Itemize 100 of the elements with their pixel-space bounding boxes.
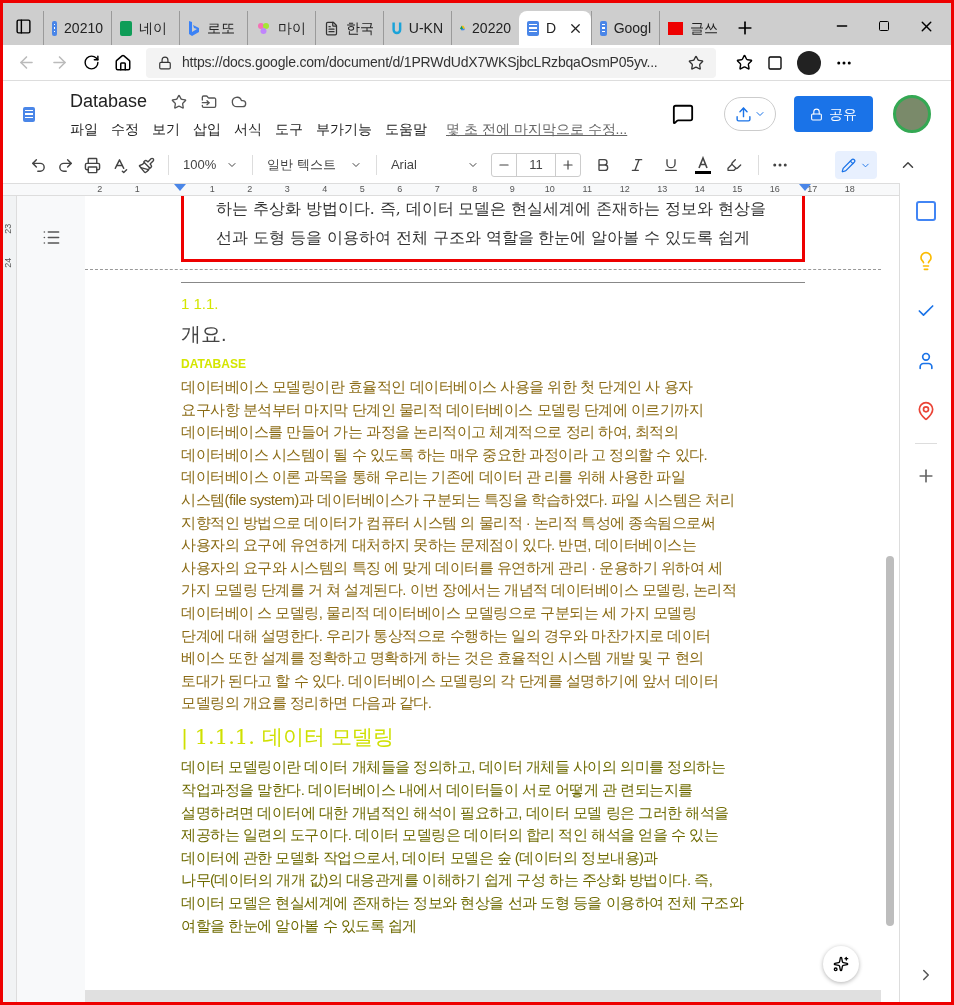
text-color-icon[interactable] [693,156,712,174]
tab-title: 한국 [346,18,374,38]
ruler-number: 14 [694,182,705,196]
last-edit-link[interactable]: 몇 초 전에 마지막으로 수정... [446,119,628,140]
ruler-number: 2 [97,182,103,196]
ruler-number: 13 [657,182,668,196]
menu-item[interactable]: 도움말 [385,119,427,140]
browser-tab[interactable]: 로또 [179,11,247,45]
ruler-number: 11 [582,182,592,196]
menu-item[interactable]: 보기 [152,119,180,140]
share-button[interactable]: 공유 [794,96,873,132]
body-paragraph: 데이터베이스 모델링이란 효율적인 데이터베이스 사용을 위한 첫 단계인 사 용자 요구사항 분석부터 마지막 단계인 물리적 데이터베이스 모델링 단계에 이르기까지 데이터베이스를 만들어 가는 과정을 논리적이고 체계적으로 정리 하여, 최적의 데이터베이스 시스템이 될 수 있도록 하는 매우 중요한 과정이라 고 정의할 수 있다. 데이터베이스 이론 과목을 통해 우리는 기존에 데이터 관 리를 위해 사용한 파일 시스템(file system)과 데이터베이스가 구분되는 특징을 학습하였다. 파일 시스템은 처리 지향적인 방법으로 데이터가 컴퓨터 시스템 의 물리적 · 논리적 특성에 종속됨으로써 사용자의 요구에 유연하게 대처하지 못하는 문제점이 있다. 반면, 데이터베이스는 사용자의 요구와 시스템의 특징 에 맞게 데이터를 유연하게 관리 · 운용하기 위하여 세 가지 모델링 단계를 거 쳐 설계된다. 이번 장에서는 개념적 데이터베이스 모델링, 논리적 데이터베이 스 모델링, 물리적 데이터베이스 모델링으로 구분되는 세 가지 모델링 단계에 대해 설명한다. 우리가 통상적으로 수행하는 일의 경우와 마찬가지로 데이터 베이스 또한 설계를 정확하고 명확하게 하는 것은 효율적인 시스템 개발 및 구 현의 토대가 된다고 할 수 있다. 데이터베이스 모델링의 각 단계를 설명하기에 앞서 데이터 모델링의 개요를 정리하면 다음과 같다. [181,377,738,714]
calendar-icon[interactable] [915,201,936,221]
ruler-number: 6 [397,182,403,196]
lock-icon [158,55,172,70]
ruler-number: 8 [472,182,478,196]
ruler-number: 3 [284,182,290,196]
tab-title: U-KN [408,18,443,38]
explore-button[interactable] [823,946,859,982]
increase-size-icon[interactable] [560,158,575,172]
address-bar[interactable]: https://docs.google.com/document/d/1PRWdUdX7WKSjbcLRzbqaOsmP05yv... [146,47,716,78]
ruler-number: 24 [3,257,15,268]
section-title: 개요. [181,322,228,347]
collections-icon[interactable] [767,54,783,71]
tab-title: Googl [613,18,651,38]
ruler-number: 17 [807,182,818,196]
favorites-icon[interactable] [736,54,753,71]
ruler-number: 10 [544,182,555,196]
editing-mode-button[interactable] [835,151,877,179]
tab-title: 20220 [472,18,511,38]
section-label: DATABASE [181,356,247,373]
menu-item[interactable]: 수정 [111,119,139,140]
profile-avatar[interactable] [797,50,821,75]
menu-item[interactable]: 서식 [234,119,262,140]
menu-item[interactable]: 부가기능 [316,119,372,140]
comment-icon[interactable] [672,103,694,125]
ruler-number: 5 [359,182,365,196]
outline-icon[interactable] [41,228,61,247]
heading-number: 1 1.1. [181,293,220,314]
favorite-add-icon[interactable] [688,54,704,71]
print-icon[interactable] [84,156,101,174]
maximize-icon[interactable] [878,20,890,32]
ruler-number: 2 [247,182,253,196]
ruler-number: 16 [769,182,780,196]
star-icon[interactable] [171,93,188,110]
browser-tab[interactable]: 20210 [43,11,111,45]
image-text-line: 선과 도형 등을 이용하여 전체 구조와 역할을 한눈에 알아볼 수 있도록 쉽게 [216,228,752,250]
browser-tab[interactable]: 한국 [315,11,383,45]
ruler-number: 1 [134,182,140,196]
menu-item[interactable]: 도구 [275,119,303,140]
b-shape-icon [188,20,200,36]
underline-icon[interactable] [662,157,679,173]
ruler-number: 1 [209,182,215,196]
tab-title: 글쓰 [690,18,718,38]
upload-icon [734,105,752,123]
ruler-number: 15 [732,182,743,196]
url-text: https://docs.google.com/document/d/1PRWdUdX7WKSjbcLRzbqaOsmP05yv... [182,53,658,72]
menu-item[interactable]: 파일 [70,119,98,140]
style-select[interactable]: 일반 텍스트 [261,155,368,175]
browser-tab[interactable]: D [519,11,591,45]
square-icon [668,21,683,35]
menu-item[interactable]: 삽입 [193,119,221,140]
home-icon[interactable] [114,53,132,72]
zoom-select[interactable]: 100% [177,155,245,175]
browser-tab[interactable]: 글쓰 [659,11,727,45]
image-text-line: 하는 추상화 방법이다. 즉, 데이터 모델은 현실세계에 존재하는 정보와 현상을 [216,199,768,220]
vertical-scrollbar[interactable] [886,556,894,926]
tab-title: 마이 [278,18,306,38]
lock-icon [810,107,823,121]
browser-tab[interactable]: 네이 [111,11,179,45]
highlight-icon[interactable] [725,157,742,173]
body-paragraph: 데이터 모델링이란 데이터 개체들을 정의하고, 데이터 개체들 사이의 의미를 정의하는 작업과정을 말한다. 데이터베이스 내에서 데이터들이 서로 어떻게 관 련되는지를 설명하려면 데이터에 대한 개념적인 해석이 필요하고, 데이터 모델 링은 그러한 해석을 제공하는 일련의 도구이다. 데이터 모델링은 데이터의 합리 적인 해석을 얻을 수 있는 데이터에 관한 모델화 작업으로서, 데이터 모델은 숲 (데이터의 정보내용)과 나무(데이터의 개개 값)의 대응관게를 이해하기 쉽게 구성 하는 주상화 방법이다. 즉, 데이터 모델은 현실세계에 존재하는 정보와 현상을 선과 도형 등을 이용하여 전체 구조와 여할을 한눈에 알아볼 수 있도록 쉽게 [181,757,745,936]
paint-format-icon[interactable] [138,156,155,174]
ruler-number: 7 [434,182,440,196]
reload-icon[interactable] [83,54,100,71]
browser-tab[interactable]: 마이 [247,11,315,45]
undo-icon[interactable] [30,156,47,174]
page-icon [324,20,339,36]
font-select[interactable]: Arial [384,155,485,175]
tab-title: D [546,18,557,38]
ruler-number: 4 [322,182,328,196]
ruler-number: 9 [509,182,515,196]
account-avatar[interactable] [893,95,931,133]
flower-icon [256,20,271,36]
ruler-number: 12 [619,182,630,196]
document-title[interactable]: Database [70,88,148,115]
move-icon[interactable] [201,93,218,110]
spreadsheet-icon [120,20,132,36]
pencil-icon [841,157,856,173]
browser-tab[interactable]: Googl [591,11,659,45]
ruler-number: 23 [3,223,15,234]
ruler-number: 18 [844,182,855,196]
u-shape-icon [392,20,402,36]
sparkle-icon [833,956,849,972]
tab-title: 로또 [207,18,235,38]
browser-tab[interactable]: U-KN [383,11,451,45]
tab-title: 네이 [139,18,167,38]
tab-title: 20210 [64,18,103,38]
tab-actions-icon[interactable] [14,17,32,35]
redo-icon[interactable] [57,156,74,174]
